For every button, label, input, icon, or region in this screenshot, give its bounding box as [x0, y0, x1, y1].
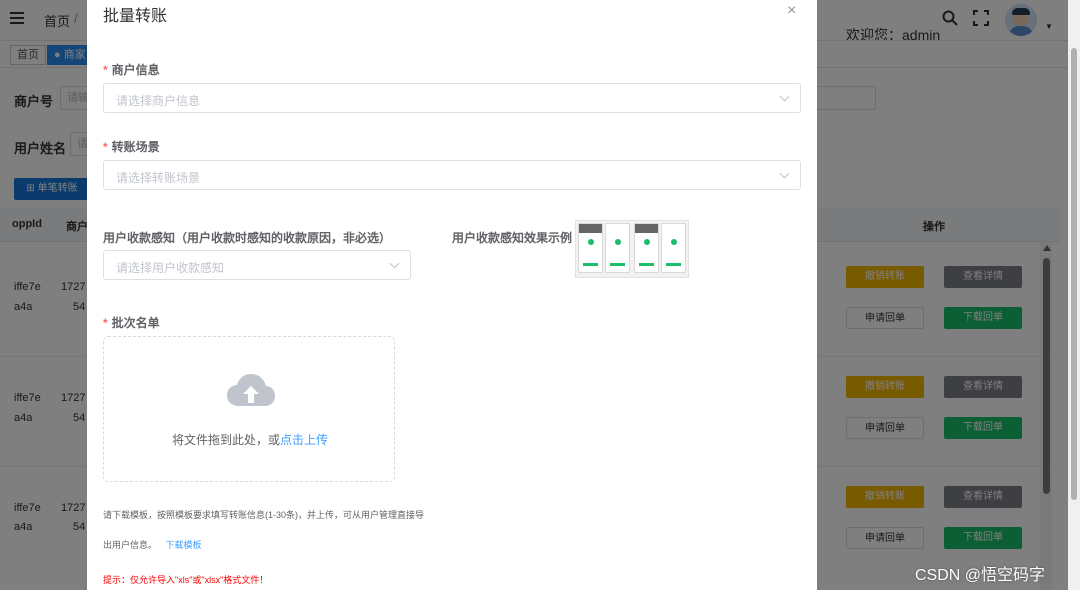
- merchant-select-placeholder: 请选择商户信息: [116, 94, 201, 108]
- file-format-warning: 提示：仅允许导入"xls"或"xlsx"格式文件！: [103, 575, 269, 585]
- batch-transfer-dialog: 批量转账 × * 商户信息 请选择商户信息 * 转账场景 请选择转账场景 用户收款感…: [87, 0, 817, 590]
- required-asterisk: *: [103, 316, 108, 330]
- chevron-down-icon: [389, 258, 400, 269]
- page-scrollbar-thumb[interactable]: [1071, 48, 1077, 500]
- merchant-select[interactable]: 请选择商户信息: [103, 83, 801, 113]
- merchant-info-label: * 商户信息: [103, 61, 160, 78]
- perception-label: 用户收款感知（用户收款时感知的收款原因，非必选）: [103, 231, 392, 245]
- example-preview-image[interactable]: [575, 220, 689, 278]
- template-tip-text: 出用户信息。: [103, 540, 158, 550]
- upload-dropzone[interactable]: 将文件拖到此处，或点击上传: [103, 336, 395, 482]
- scene-select[interactable]: 请选择转账场景: [103, 160, 801, 190]
- upload-text: 将文件拖到此处，或: [171, 433, 280, 447]
- scene-select-placeholder: 请选择转账场景: [116, 171, 201, 185]
- batch-list-label-text: 批次名单: [111, 316, 160, 330]
- upload-instruction: 将文件拖到此处，或点击上传: [104, 431, 396, 448]
- chevron-down-icon: [779, 91, 790, 102]
- cloud-upload-icon: [227, 374, 275, 406]
- download-template-link[interactable]: 下载模板: [166, 540, 202, 550]
- example-label: 用户收款感知效果示例: [452, 231, 573, 245]
- template-tip-line1: 请下载模板，按照模板要求填写转账信息(1-30条)，并上传，可从用户管理直接导: [103, 510, 425, 520]
- phone-mockup: [605, 223, 630, 273]
- perception-select[interactable]: 请选择用户收款感知: [103, 250, 411, 280]
- phone-mockup: [578, 223, 603, 273]
- required-asterisk: *: [103, 63, 108, 77]
- phone-mockup: [661, 223, 686, 273]
- click-upload-link[interactable]: 点击上传: [280, 433, 328, 447]
- perception-select-placeholder: 请选择用户收款感知: [116, 261, 225, 275]
- watermark: CSDN @悟空码字: [915, 567, 1046, 584]
- required-asterisk: *: [103, 140, 108, 154]
- dialog-title: 批量转账: [103, 8, 168, 25]
- chevron-down-icon: [779, 168, 790, 179]
- close-icon[interactable]: ×: [787, 2, 796, 20]
- phone-mockup: [634, 223, 659, 273]
- merchant-info-label-text: 商户信息: [111, 63, 160, 77]
- template-tip-line2: 出用户信息。 下载模板: [103, 538, 202, 551]
- scene-label-text: 转账场景: [111, 140, 160, 154]
- batch-list-label: * 批次名单: [103, 314, 160, 331]
- scene-label: * 转账场景: [103, 138, 160, 155]
